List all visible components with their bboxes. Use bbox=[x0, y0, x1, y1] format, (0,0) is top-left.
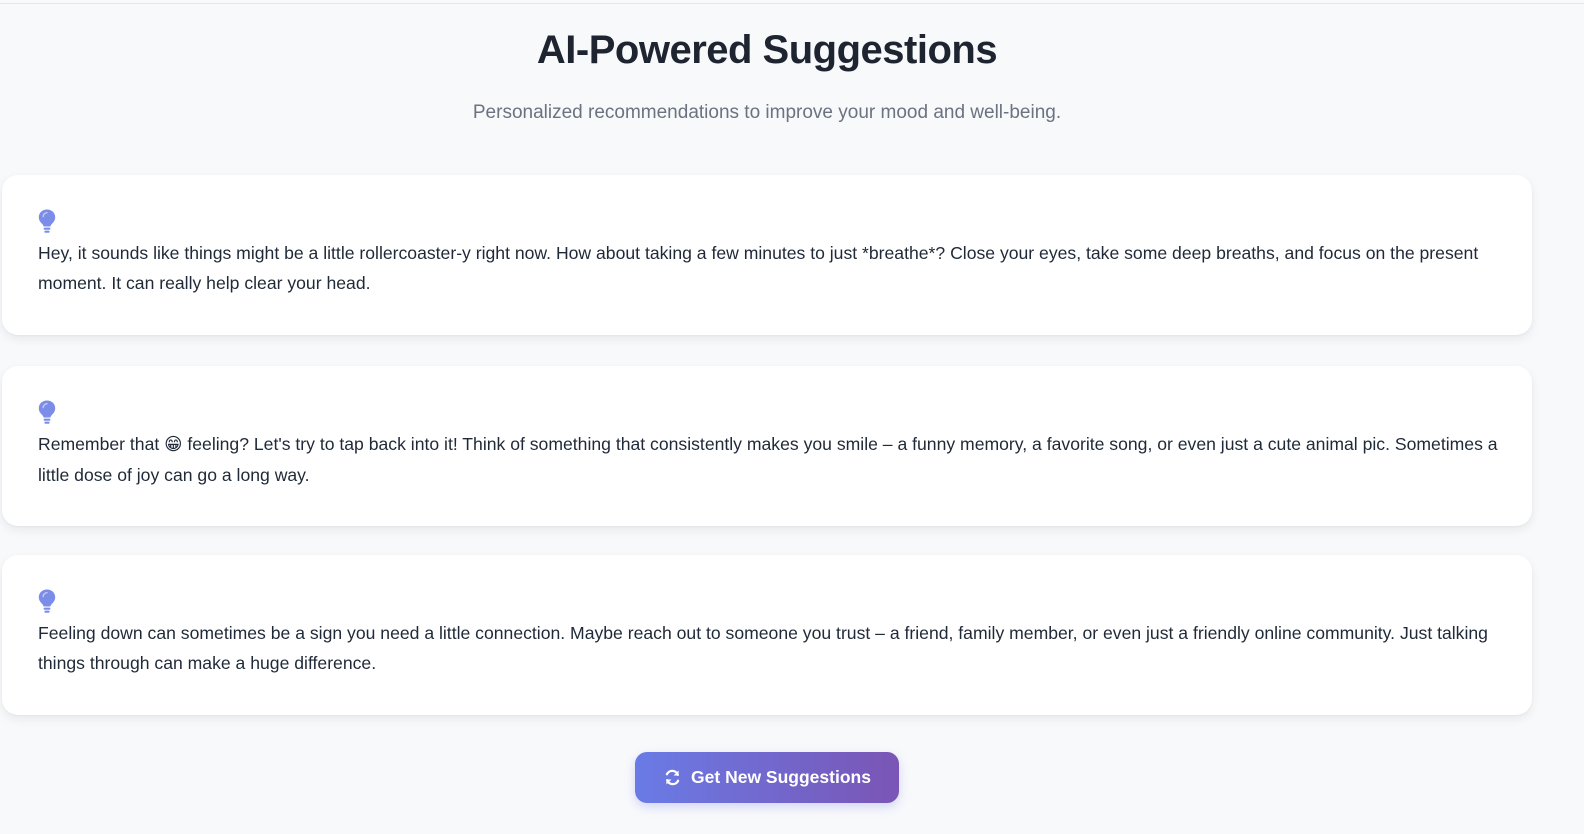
page-title: AI-Powered Suggestions bbox=[536, 28, 998, 72]
suggestion-text: Hey, it sounds like things might be a li… bbox=[38, 243, 1479, 293]
suggestion-card: Remember that 😁 feeling? Let's try to ta… bbox=[2, 366, 1532, 526]
suggestion-card: Feeling down can sometimes be a sign you… bbox=[2, 555, 1532, 715]
suggestion-text: Feeling down can sometimes be a sign you… bbox=[38, 623, 1488, 673]
get-new-suggestions-label: Get New Suggestions bbox=[691, 767, 871, 787]
suggestion-text: Remember that 😁 feeling? Let's try to ta… bbox=[38, 429, 1498, 490]
refresh-icon bbox=[665, 769, 680, 786]
page-subtitle: Personalized recommendations to improve … bbox=[472, 102, 1062, 123]
lightbulb-icon bbox=[38, 589, 56, 613]
get-new-suggestions-button[interactable]: Get New Suggestions bbox=[635, 752, 899, 803]
lightbulb-icon bbox=[38, 400, 56, 424]
grinning-emoji: 😁 bbox=[164, 435, 183, 455]
suggestion-card: Hey, it sounds like things might be a li… bbox=[2, 175, 1532, 335]
lightbulb-icon bbox=[38, 209, 56, 233]
suggestion-text-start: Remember that bbox=[38, 434, 165, 454]
top-divider bbox=[0, 3, 1584, 4]
suggestion-text-end: feeling? Let's try to tap back into it! … bbox=[38, 434, 1498, 485]
